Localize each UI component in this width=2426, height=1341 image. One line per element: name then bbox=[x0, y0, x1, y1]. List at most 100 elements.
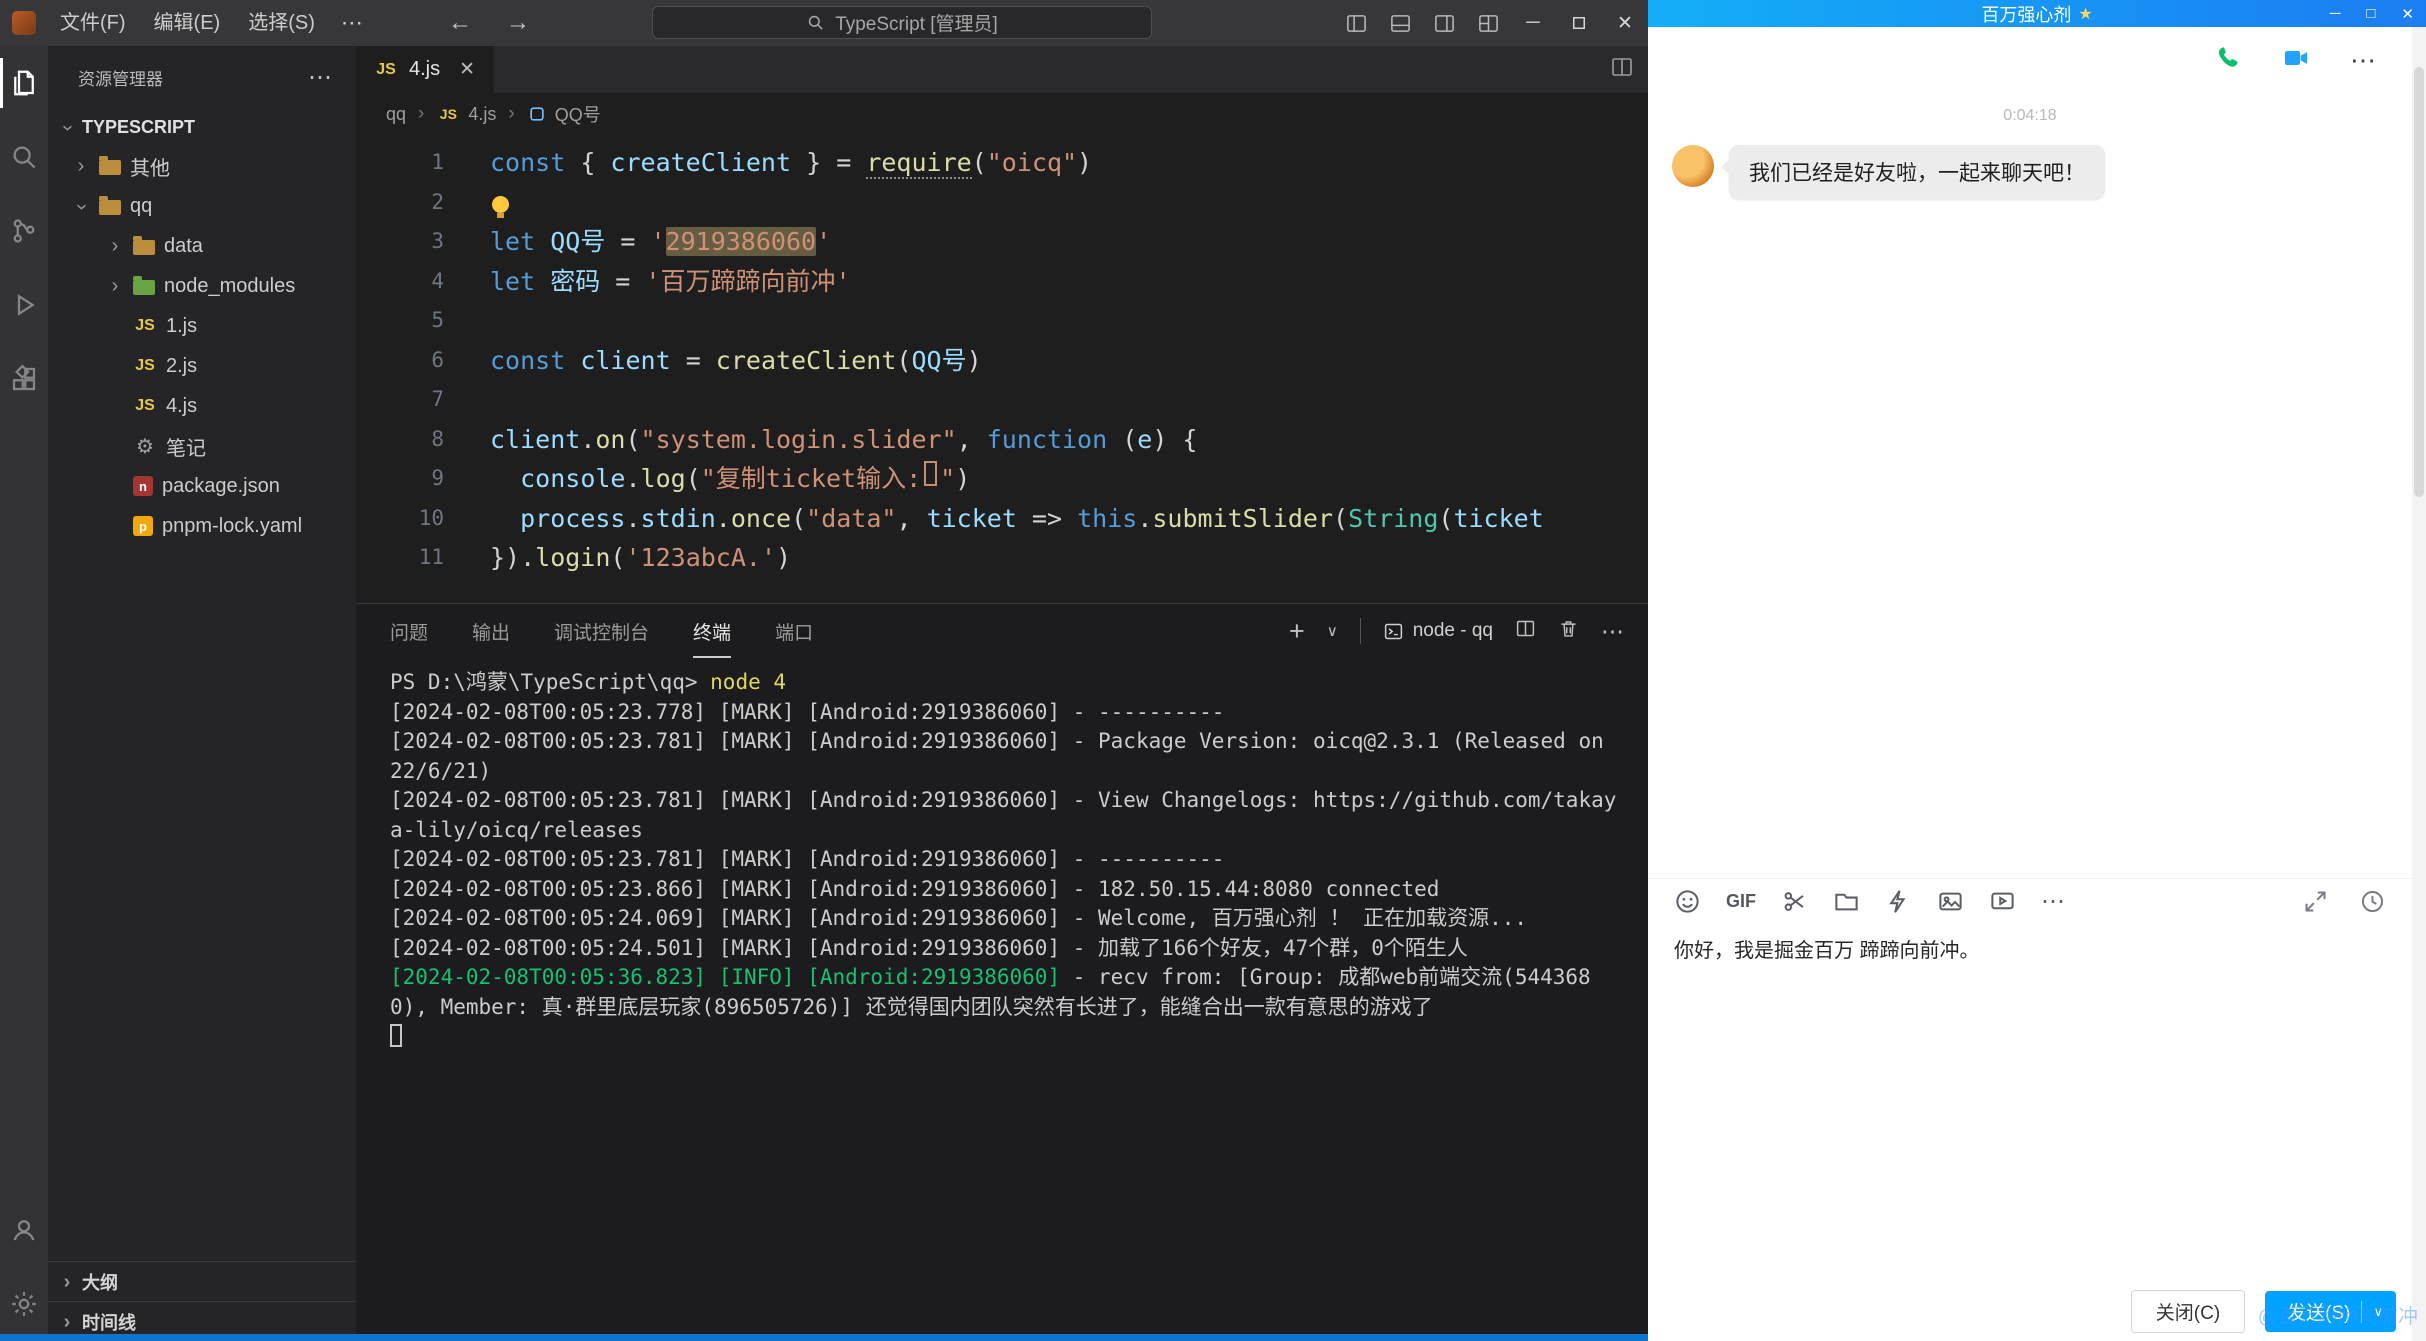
command-center-search[interactable]: TypeScript [管理员] bbox=[652, 6, 1152, 39]
menu-item[interactable]: 文件(F) bbox=[46, 0, 140, 46]
terminal-dropdown-icon[interactable]: ∨ bbox=[1327, 622, 1338, 640]
file-folder-icon[interactable] bbox=[1833, 888, 1860, 915]
send-button[interactable]: 发送(S) ∨ bbox=[2265, 1291, 2396, 1332]
screenshot-icon[interactable] bbox=[1781, 888, 1808, 915]
qq-scrollbar[interactable] bbox=[2412, 27, 2426, 1341]
nav-forward-icon[interactable]: → bbox=[506, 9, 530, 37]
shake-window-icon[interactable] bbox=[1885, 888, 1912, 915]
screen-share-icon[interactable] bbox=[1989, 888, 2016, 915]
explorer-icon[interactable] bbox=[0, 46, 48, 120]
code-line[interactable]: 5 bbox=[356, 301, 1648, 341]
new-terminal-icon[interactable]: + bbox=[1289, 616, 1305, 647]
friend-avatar[interactable] bbox=[1672, 145, 1714, 187]
code-line[interactable]: 6const client = createClient(QQ号) bbox=[356, 341, 1648, 381]
panel-more-icon[interactable]: ⋯ bbox=[1601, 618, 1626, 645]
menu-item[interactable]: 编辑(E) bbox=[140, 0, 235, 46]
extensions-icon[interactable] bbox=[0, 342, 48, 416]
message-input[interactable]: 你好，我是掘金百万 蹄蹄向前冲。 bbox=[1648, 924, 2412, 1275]
panel-tab[interactable]: 调试控制台 bbox=[554, 604, 649, 658]
code-area[interactable]: 1const { createClient } = require("oicq"… bbox=[356, 135, 1648, 603]
qq-minimize-icon[interactable]: ─ bbox=[2330, 5, 2341, 22]
account-icon[interactable] bbox=[0, 1193, 48, 1267]
message-list[interactable]: 0:04:18 我们已经是好友啦，一起来聊天吧！ bbox=[1648, 93, 2412, 874]
code-token: console bbox=[520, 464, 625, 493]
code-line[interactable]: 8client.on("system.login.slider", functi… bbox=[356, 420, 1648, 460]
expand-icon[interactable] bbox=[2302, 888, 2329, 915]
code-line[interactable]: 10 process.stdin.once("data", ticket => … bbox=[356, 499, 1648, 539]
scrollbar-thumb[interactable] bbox=[2414, 67, 2424, 497]
workspace-section[interactable]: › TYPESCRIPT bbox=[48, 108, 356, 146]
code-line[interactable]: 3let QQ号 = '2919386060' bbox=[356, 222, 1648, 262]
panel-tab[interactable]: 问题 bbox=[390, 604, 428, 658]
terminal-line: [2024-02-08T00:05:24.501] [MARK] [Androi… bbox=[390, 934, 1644, 964]
panel-tab[interactable]: 端口 bbox=[775, 604, 813, 658]
chat-history-icon[interactable] bbox=[2359, 888, 2386, 915]
tree-item[interactable]: ›JS4.js bbox=[48, 386, 356, 426]
tree-item[interactable]: ›ppnpm-lock.yaml bbox=[48, 506, 356, 546]
toggle-panel-icon[interactable] bbox=[1378, 0, 1422, 46]
code-line[interactable]: 4let 密码 = '百万蹄蹄向前冲' bbox=[356, 262, 1648, 302]
customize-layout-icon[interactable] bbox=[1466, 0, 1510, 46]
breadcrumb-item[interactable]: qq bbox=[386, 104, 406, 125]
tree-item[interactable]: ›其他 bbox=[48, 146, 356, 186]
maximize-button[interactable] bbox=[1556, 0, 1602, 46]
menu-overflow-icon[interactable]: ⋯ bbox=[329, 10, 377, 36]
toggle-secondary-sidebar-icon[interactable] bbox=[1422, 0, 1466, 46]
breadcrumb-item[interactable]: JS4.js bbox=[436, 104, 496, 125]
split-editor-icon[interactable] bbox=[1610, 55, 1634, 84]
breadcrumb-item[interactable]: QQ号 bbox=[527, 101, 601, 127]
tree-item[interactable]: ›data bbox=[48, 226, 356, 266]
nav-back-icon[interactable]: ← bbox=[448, 9, 472, 37]
explorer-more-icon[interactable]: ⋯ bbox=[308, 63, 334, 92]
close-window-button[interactable]: ✕ bbox=[1602, 0, 1648, 46]
code-line[interactable]: 7 bbox=[356, 380, 1648, 420]
code-line[interactable]: 9 console.log("复制ticket输入: ") bbox=[356, 459, 1648, 499]
screen: 文件(F)编辑(E)选择(S) ⋯ ← → TypeScript [管理员] ─… bbox=[0, 0, 2426, 1341]
code-text: }).login('123abcA.') bbox=[490, 538, 791, 578]
tab-4js[interactable]: JS 4.js ✕ bbox=[356, 46, 494, 93]
terminal-output[interactable]: PS D:\鸿蒙\TypeScript\qq> node 4[2024-02-0… bbox=[390, 668, 1644, 1333]
outline-section[interactable]: › 大纲 bbox=[48, 1261, 356, 1301]
gif-icon[interactable]: GIF bbox=[1726, 891, 1756, 912]
tree-item-label: 4.js bbox=[166, 395, 197, 418]
tab-close-icon[interactable]: ✕ bbox=[459, 58, 475, 81]
code-line[interactable]: 2 bbox=[356, 183, 1648, 223]
send-options-caret-icon[interactable]: ∨ bbox=[2373, 1304, 2396, 1320]
more-icon[interactable]: ⋯ bbox=[2041, 887, 2067, 916]
search-icon[interactable] bbox=[0, 120, 48, 194]
panel-tab[interactable]: 终端 bbox=[693, 604, 731, 658]
qq-header-actions: ⋯ bbox=[1648, 27, 2412, 93]
qq-maximize-icon[interactable]: □ bbox=[2366, 5, 2375, 22]
settings-icon[interactable] bbox=[0, 1267, 48, 1341]
code-line[interactable]: 1const { createClient } = require("oicq"… bbox=[356, 143, 1648, 183]
split-terminal-icon[interactable] bbox=[1515, 618, 1536, 644]
terminal-process-chip[interactable]: node - qq bbox=[1383, 620, 1493, 642]
tree-item-label: 2.js bbox=[166, 355, 197, 378]
code-line[interactable]: 11}).login('123abcA.') bbox=[356, 538, 1648, 578]
run-debug-icon[interactable] bbox=[0, 268, 48, 342]
tree-item[interactable]: ›qq bbox=[48, 186, 356, 226]
emoji-icon[interactable] bbox=[1674, 888, 1701, 915]
code-token: login bbox=[535, 543, 610, 572]
lightbulb-icon[interactable] bbox=[492, 196, 509, 213]
video-call-icon[interactable] bbox=[2282, 44, 2310, 77]
close-chat-button[interactable]: 关闭(C) bbox=[2131, 1290, 2245, 1333]
toggle-sidebar-icon[interactable] bbox=[1334, 0, 1378, 46]
qq-close-icon[interactable]: ✕ bbox=[2401, 5, 2414, 23]
qq-more-icon[interactable]: ⋯ bbox=[2350, 45, 2378, 76]
minimize-button[interactable]: ─ bbox=[1510, 0, 1556, 46]
chevron-down-icon: › bbox=[58, 119, 78, 137]
kill-terminal-icon[interactable] bbox=[1558, 618, 1579, 644]
terminal-line: [2024-02-08T00:05:24.069] [MARK] [Androi… bbox=[390, 904, 1644, 934]
tree-item[interactable]: ›JS2.js bbox=[48, 346, 356, 386]
tree-item[interactable]: ›⚙笔记 bbox=[48, 426, 356, 466]
tree-item[interactable]: ›node_modules bbox=[48, 266, 356, 306]
image-icon[interactable] bbox=[1937, 888, 1964, 915]
source-control-icon[interactable] bbox=[0, 194, 48, 268]
voice-call-icon[interactable] bbox=[2214, 44, 2242, 77]
code-token: once bbox=[731, 504, 791, 533]
menu-item[interactable]: 选择(S) bbox=[234, 0, 329, 46]
tree-item[interactable]: ›JS1.js bbox=[48, 306, 356, 346]
panel-tab[interactable]: 输出 bbox=[472, 604, 510, 658]
tree-item[interactable]: ›npackage.json bbox=[48, 466, 356, 506]
